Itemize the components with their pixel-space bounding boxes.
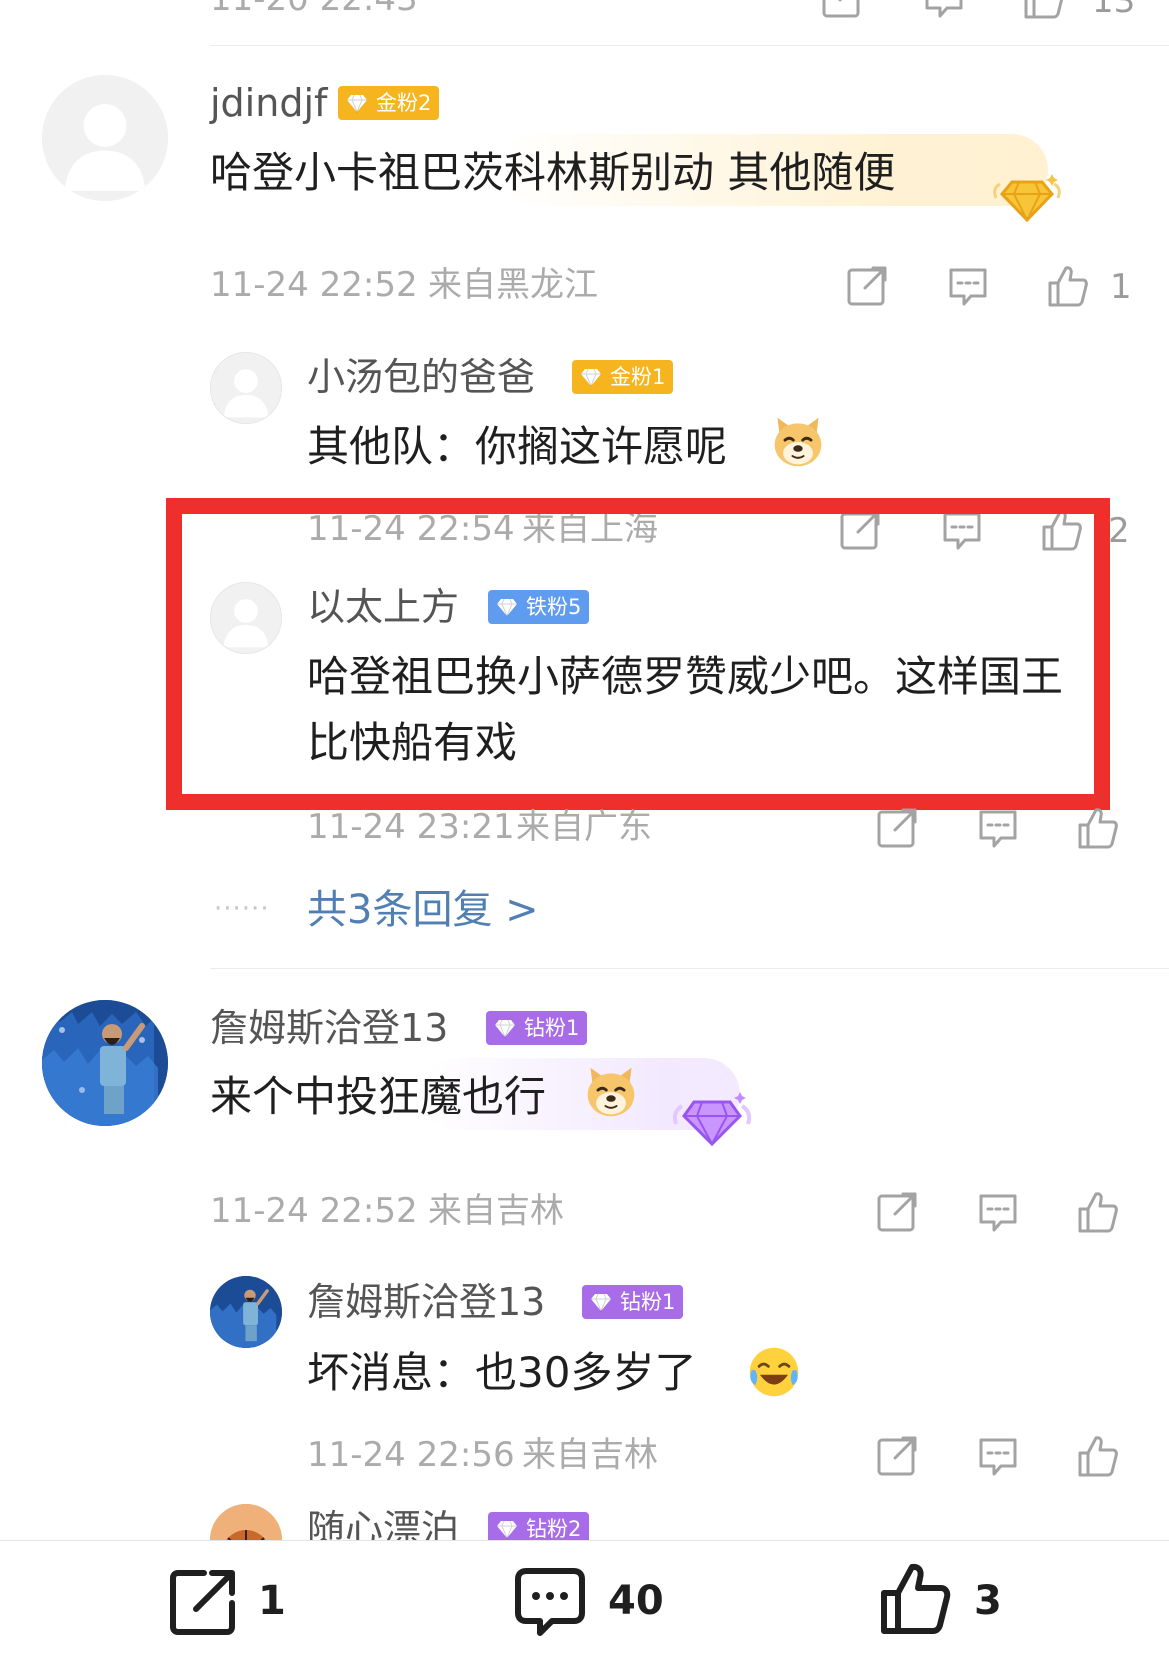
- like-count: 1: [1110, 267, 1132, 307]
- avatar-placeholder-icon: [42, 75, 168, 201]
- avatar-placeholder-icon: [211, 353, 281, 423]
- comment-icon[interactable]: [976, 1434, 1020, 1478]
- thumbs-up-icon[interactable]: [1076, 1434, 1120, 1478]
- username[interactable]: jdindjf: [210, 84, 327, 122]
- fan-badge-label: 钻粉2: [526, 1517, 582, 1541]
- comment-icon[interactable]: [512, 1563, 588, 1639]
- highlight-box: [166, 498, 1110, 810]
- gem-icon: [672, 1092, 752, 1147]
- comment-meta-time: 11-24 22:52: [210, 1191, 418, 1231]
- comment-icon[interactable]: [922, 0, 966, 20]
- fan-badge-label: 金粉2: [376, 91, 432, 115]
- avatar-image: [42, 1000, 168, 1126]
- like-count: 3: [974, 1578, 1002, 1624]
- gem-icon: [993, 174, 1061, 223]
- comment-meta-location: 来自吉林: [522, 1435, 658, 1475]
- comment-icon[interactable]: [976, 806, 1020, 850]
- comment-count: 40: [608, 1578, 664, 1624]
- username[interactable]: 詹姆斯洽登13: [307, 1283, 545, 1321]
- more-replies-link[interactable]: 共3条回复 >: [307, 890, 539, 930]
- fan-badge: 金粉2: [338, 86, 440, 120]
- comment-text: 其他队：你搁这许愿呢: [307, 422, 728, 471]
- share-icon[interactable]: [875, 1190, 919, 1234]
- avatar[interactable]: [42, 75, 168, 201]
- gem-icon: [496, 1518, 518, 1540]
- gem-icon: [494, 1017, 516, 1039]
- avatar[interactable]: [42, 1000, 168, 1126]
- comment-meta-time: 11-24 22:56: [307, 1435, 515, 1475]
- comment-meta-location: 来自广东: [516, 807, 652, 847]
- bottom-action-bar: 1 40 3: [0, 1540, 1169, 1658]
- like-count: 2: [1108, 511, 1130, 551]
- comment-icon[interactable]: [976, 1190, 1020, 1234]
- thumbs-up-icon[interactable]: [1046, 264, 1090, 308]
- fan-badge: 钻粉1: [582, 1285, 684, 1319]
- comment-meta-time: 11-24 22:52: [210, 265, 418, 305]
- gem-icon: [580, 366, 602, 388]
- more-replies-dots: ······: [214, 894, 270, 924]
- comment-icon[interactable]: [946, 264, 990, 308]
- divider: [210, 45, 1169, 46]
- fan-badge: 金粉1: [572, 360, 674, 394]
- avatar-image: [210, 1276, 282, 1348]
- gem-icon: [346, 92, 368, 114]
- laugh-cry-emoji: [746, 1344, 802, 1400]
- comment-meta-location: 来自吉林: [428, 1191, 564, 1231]
- share-icon[interactable]: [845, 264, 889, 308]
- comment-text: 坏消息：也30多岁了: [307, 1348, 697, 1397]
- fan-badge-label: 钻粉1: [524, 1016, 580, 1040]
- doge-emoji: [583, 1064, 639, 1120]
- gem-icon: [590, 1291, 612, 1313]
- fan-badge: 钻粉1: [486, 1011, 588, 1045]
- share-icon[interactable]: [875, 1434, 919, 1478]
- doge-emoji: [770, 414, 826, 470]
- comment-text: 来个中投狂魔也行: [210, 1072, 547, 1121]
- share-icon[interactable]: [166, 1563, 242, 1639]
- avatar[interactable]: [210, 1276, 282, 1348]
- fan-badge-label: 金粉1: [610, 365, 666, 389]
- thumbs-up-icon[interactable]: [878, 1561, 954, 1637]
- thumbs-up-icon[interactable]: [1076, 806, 1120, 850]
- comment-meta-time: 11-24 23:21: [307, 807, 515, 847]
- share-icon[interactable]: [820, 0, 864, 20]
- username[interactable]: 小汤包的爸爸: [307, 358, 535, 396]
- divider: [210, 968, 1169, 969]
- like-count: 13: [1092, 0, 1136, 21]
- thumbs-up-icon[interactable]: [1022, 0, 1066, 20]
- avatar[interactable]: [210, 352, 282, 424]
- comment-meta-time: 11-20 22:43: [210, 0, 418, 16]
- fan-badge-label: 钻粉1: [620, 1290, 676, 1314]
- comment-text: 哈登小卡祖巴茨科林斯别动 其他随便: [210, 148, 896, 197]
- share-count: 1: [258, 1578, 286, 1624]
- share-icon[interactable]: [875, 806, 919, 850]
- comment-meta-location: 来自黑龙江: [428, 265, 598, 305]
- thumbs-up-icon[interactable]: [1076, 1190, 1120, 1234]
- username[interactable]: 詹姆斯洽登13: [210, 1009, 448, 1047]
